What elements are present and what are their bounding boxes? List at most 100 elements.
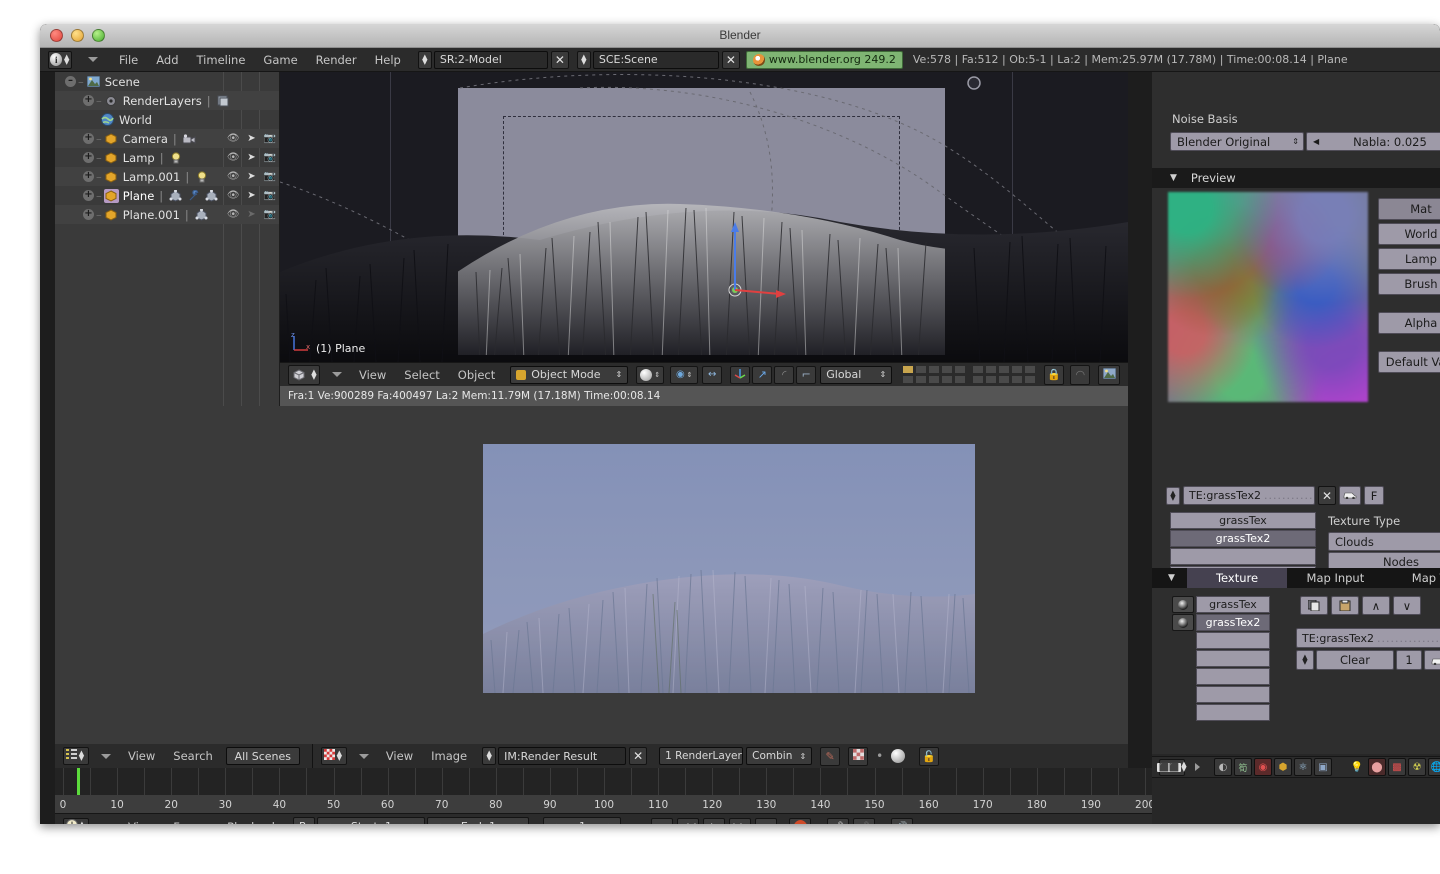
- viewport-shading-select[interactable]: ⇕: [636, 365, 665, 384]
- timeline-menu-view[interactable]: View: [119, 816, 164, 825]
- selectability-toggle[interactable]: ➤: [242, 129, 260, 148]
- fast-forward-button[interactable]: ▶▶: [729, 817, 752, 824]
- scene-delete-button[interactable]: ✕: [721, 50, 740, 69]
- outliner-row-lamp-001[interactable]: + – Lamp.001 | 👁 ➤ 📷: [55, 167, 279, 186]
- timeline-playhead[interactable]: [77, 768, 80, 795]
- rewind-button[interactable]: ◀◀: [677, 817, 700, 824]
- bottom-menu-view[interactable]: View: [119, 745, 164, 767]
- arrow-right-icon[interactable]: ▶: [608, 822, 614, 824]
- texture-slot-grassTex[interactable]: grassTex: [1170, 512, 1316, 529]
- user-count-button[interactable]: 1: [1396, 650, 1422, 670]
- bottom-menu-search[interactable]: Search: [164, 745, 222, 767]
- start-frame-field[interactable]: ◀ Start: 1 ▶: [317, 817, 426, 824]
- menu-collapse-icon[interactable]: [88, 57, 98, 62]
- texture-datablock-area[interactable]: ▲▼ TE:grassTex2 ............. ✕ F: [1152, 430, 1440, 512]
- tab-map-input[interactable]: Map Input: [1287, 568, 1383, 588]
- mapto-texture-name-field[interactable]: TE:grassTex2 ..............: [1296, 628, 1440, 648]
- outliner-row-renderlayers[interactable]: + – RenderLayers |: [55, 91, 279, 110]
- image-menu-view[interactable]: View: [377, 745, 422, 767]
- expand-icon[interactable]: +: [83, 152, 94, 163]
- visibility-toggle[interactable]: 👁: [224, 148, 242, 167]
- texture-slot-empty[interactable]: [1196, 704, 1270, 721]
- renderability-toggle[interactable]: 📷: [261, 148, 279, 167]
- editor-type-selector[interactable]: i ▲ ▼: [48, 50, 72, 69]
- paste-icon[interactable]: [1331, 596, 1359, 615]
- interaction-mode-select[interactable]: Object Mode ⇕: [510, 365, 629, 384]
- image-browse-icon[interactable]: ▲ ▼: [482, 747, 497, 765]
- auto-key-button[interactable]: 🗝: [827, 817, 850, 824]
- logic-icon-2[interactable]: ◐: [1214, 758, 1232, 776]
- caret-right-icon[interactable]: [1195, 763, 1200, 771]
- menu-game[interactable]: Game: [254, 49, 306, 71]
- texture-enable-toggle[interactable]: [1172, 614, 1194, 631]
- viewport-menu-select[interactable]: Select: [395, 364, 448, 386]
- bottom-outliner-editor-type-selector[interactable]: ▲ ▼: [63, 747, 89, 765]
- extra-manipulator-button[interactable]: ⌐: [796, 365, 817, 384]
- menu-add[interactable]: Add: [147, 49, 187, 71]
- alpha-view-button[interactable]: [848, 746, 869, 766]
- transform-orientation-select[interactable]: Global ⇕: [820, 365, 893, 384]
- layer-buttons-group-1[interactable]: [902, 364, 967, 385]
- tab-map-to[interactable]: Map To: [1384, 568, 1440, 588]
- viewport-menu-object[interactable]: Object: [449, 364, 504, 386]
- mapto-slot-list[interactable]: grassTex grassTex2: [1196, 596, 1270, 722]
- outliner-row-plane[interactable]: + – Plane | 👁 ➤ 📷: [55, 186, 279, 205]
- menu-help[interactable]: Help: [366, 49, 410, 71]
- viewport-editor-type-selector[interactable]: ▲ ▼: [288, 364, 320, 385]
- menu-file[interactable]: File: [110, 49, 147, 71]
- preview-panel-header[interactable]: ▼ Preview: [1152, 168, 1440, 188]
- scene-name-field[interactable]: SCE:Scene: [592, 50, 719, 69]
- screen-browse-icon[interactable]: ▲ ▼: [417, 50, 432, 69]
- tab-texture-2[interactable]: Texture: [1186, 568, 1288, 588]
- texture-slot-grassTex2[interactable]: grassTex2: [1170, 530, 1316, 547]
- visibility-toggle[interactable]: 👁: [224, 205, 242, 224]
- mapto-tool-buttons[interactable]: ∧ ∨: [1300, 596, 1421, 615]
- paint-mode-button[interactable]: ✎: [820, 746, 841, 766]
- renderability-toggle[interactable]: 📷: [261, 167, 279, 186]
- zbuffer-dot-icon[interactable]: •: [876, 749, 883, 763]
- material-icon-2[interactable]: ⬤: [1368, 758, 1386, 776]
- texture-slot-grassTex[interactable]: grassTex: [1196, 596, 1270, 613]
- render-pass-select[interactable]: Combin ⇕: [746, 747, 813, 765]
- noise-basis-select[interactable]: Blender Original ⇕: [1170, 132, 1304, 151]
- fake-user-button[interactable]: F: [1364, 486, 1384, 505]
- texture-autoname-button[interactable]: [1339, 486, 1361, 505]
- translate-manipulator-button[interactable]: [730, 365, 751, 384]
- texture-name-field[interactable]: TE:grassTex2 .............: [1183, 486, 1315, 505]
- arrow-left-icon[interactable]: ◀: [324, 822, 330, 824]
- editing-icon-2[interactable]: ⚛: [1294, 758, 1312, 776]
- expand-icon[interactable]: +: [83, 171, 94, 182]
- jump-start-button[interactable]: ⏮: [651, 817, 674, 824]
- preview-world-button[interactable]: World: [1378, 223, 1440, 245]
- menu-timeline[interactable]: Timeline: [188, 49, 255, 71]
- radiosity-icon-2[interactable]: ☢: [1408, 758, 1426, 776]
- texture-slot-empty[interactable]: [1170, 548, 1316, 565]
- default-vars-button[interactable]: Default Vars: [1378, 351, 1440, 373]
- image-editor-type-selector[interactable]: ▲ ▼: [320, 747, 347, 765]
- outliner-row-camera[interactable]: + – Camera | 👁 ➤ 📷: [55, 129, 279, 148]
- pivot-point-select[interactable]: ◉ ⇕: [670, 365, 699, 384]
- key-inactive-button[interactable]: 🗝: [853, 817, 876, 824]
- screen-name-field[interactable]: SR:2-Model: [433, 50, 548, 69]
- collapse-icon[interactable]: –: [65, 76, 76, 87]
- expand-icon[interactable]: +: [83, 95, 94, 106]
- lock-layers-button[interactable]: 🔒: [1044, 364, 1065, 385]
- preview-brush-button[interactable]: Brush: [1378, 273, 1440, 295]
- scene-browse-icon[interactable]: ▲ ▼: [576, 50, 591, 69]
- timeline-menu-frame[interactable]: Frame: [164, 816, 218, 825]
- clear-button[interactable]: Clear: [1316, 650, 1394, 670]
- selectability-toggle[interactable]: ➤: [242, 148, 260, 167]
- image-menu-collapse-icon[interactable]: [358, 753, 369, 759]
- renderability-toggle[interactable]: 📷: [261, 205, 279, 224]
- triangle-down-icon[interactable]: ▼: [1168, 573, 1175, 583]
- texture-slot-empty[interactable]: [1196, 668, 1270, 685]
- outliner-row-plane-001[interactable]: + – Plane.001 | 👁 ➤ 📷: [55, 205, 279, 224]
- texture-slot-empty[interactable]: [1196, 632, 1270, 649]
- outliner-row-world[interactable]: World: [55, 110, 279, 129]
- outliner-menu-collapse-icon[interactable]: [101, 753, 111, 759]
- viewport-menu-view[interactable]: View: [350, 364, 395, 386]
- world-icon-2[interactable]: 🌐: [1428, 758, 1440, 776]
- blender-version-link[interactable]: www.blender.org 249.2: [745, 50, 903, 69]
- object-icon-2[interactable]: ⬢: [1274, 758, 1292, 776]
- texture-enable-toggles[interactable]: [1172, 596, 1194, 722]
